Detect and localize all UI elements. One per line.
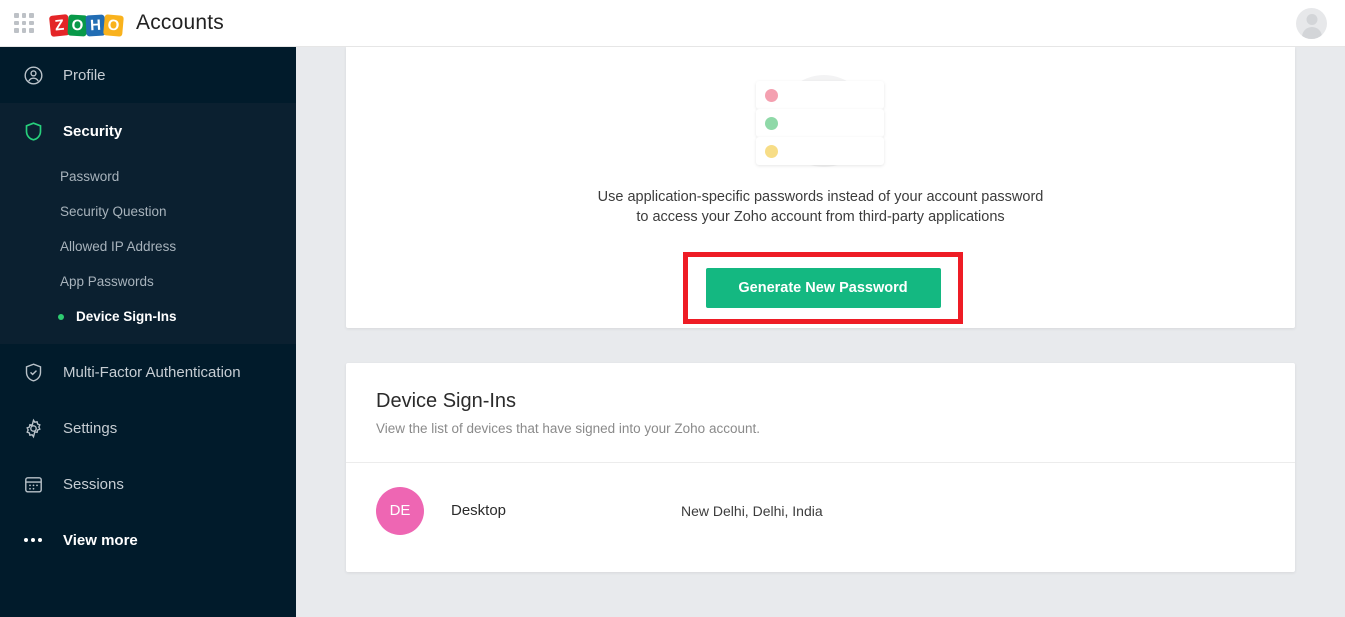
sidebar-item-view-more[interactable]: View more xyxy=(0,512,296,568)
logo-tile-o2: O xyxy=(103,14,124,37)
apps-grid-cell xyxy=(29,28,34,33)
illustration-row-1 xyxy=(755,81,884,109)
illustration-dot-pink xyxy=(764,88,778,102)
illustration-dot-yellow xyxy=(764,144,778,158)
apps-grid-cell xyxy=(21,20,27,26)
sidebar-subitem-label: Allowed IP Address xyxy=(60,239,177,254)
apps-grid-cell xyxy=(14,20,19,26)
app-root: Z O H O Accounts Profile Security Passwo… xyxy=(0,0,1345,617)
user-circle-icon xyxy=(22,64,44,86)
ellipsis-dots xyxy=(24,538,42,542)
sidebar-item-label: View more xyxy=(63,531,138,549)
sidebar-subitem-device-sign-ins[interactable]: Device Sign-Ins xyxy=(0,299,296,334)
shield-check-icon xyxy=(22,361,44,383)
apps-grid-icon[interactable] xyxy=(10,9,38,37)
user-avatar-icon[interactable] xyxy=(1296,8,1327,39)
gear-icon xyxy=(22,417,44,439)
ellipsis-dot xyxy=(38,538,42,542)
sidebar-subitem-label: Device Sign-Ins xyxy=(76,309,177,324)
sidebar-item-label: Settings xyxy=(63,419,118,437)
sidebar: Profile Security Password Security Quest… xyxy=(0,47,296,617)
sidebar-subitem-label: Security Question xyxy=(60,204,167,219)
device-location: New Delhi, Delhi, India xyxy=(681,502,823,519)
device-signins-header: Device Sign-Ins View the list of devices… xyxy=(346,363,1295,436)
active-dot-icon xyxy=(58,313,64,320)
apps-grid-cell xyxy=(29,20,34,26)
stacked-cards-illustration xyxy=(755,69,886,174)
illustration-row-3 xyxy=(755,137,884,165)
apps-grid-cell xyxy=(21,13,27,18)
zoho-logo-icon: Z O H O xyxy=(48,10,124,37)
app-passwords-card: Use application-specific passwords inste… xyxy=(346,47,1295,328)
ellipsis-dot xyxy=(31,538,35,542)
sidebar-subitem-security-question[interactable]: Security Question xyxy=(0,194,296,229)
sidebar-item-label: Sessions xyxy=(63,475,124,493)
sidebar-item-multi-factor-authentication[interactable]: Multi-Factor Authentication xyxy=(0,344,296,400)
device-name: Desktop xyxy=(451,502,507,519)
illustration-row-2 xyxy=(755,109,884,137)
sidebar-item-label: Multi-Factor Authentication xyxy=(63,363,241,381)
device-signins-card: Device Sign-Ins View the list of devices… xyxy=(346,363,1295,572)
avatar-head xyxy=(1306,14,1317,25)
illustration-dot-green xyxy=(764,116,778,130)
apps-grid-cell xyxy=(14,13,19,18)
logo-tile-o1: O xyxy=(67,14,88,37)
sidebar-subitem-app-passwords[interactable]: App Passwords xyxy=(0,264,296,299)
sidebar-item-sessions[interactable]: Sessions xyxy=(0,456,296,512)
avatar-body xyxy=(1301,27,1322,39)
main-content: Use application-specific passwords inste… xyxy=(296,47,1345,617)
device-signins-subtitle: View the list of devices that have signe… xyxy=(376,421,760,436)
ellipsis-dot xyxy=(24,538,28,542)
sidebar-subitem-allowed-ip-address[interactable]: Allowed IP Address xyxy=(0,229,296,264)
sidebar-item-label: Profile xyxy=(63,66,106,84)
apps-grid-cell xyxy=(29,13,34,18)
sidebar-subitem-label: App Passwords xyxy=(60,274,154,289)
calendar-icon xyxy=(22,473,44,495)
device-avatar: DE xyxy=(376,486,424,535)
device-row[interactable]: DE Desktop New Delhi, Delhi, India xyxy=(346,463,1295,558)
generate-new-password-button[interactable]: Generate New Password xyxy=(705,268,941,308)
app-title: Accounts xyxy=(136,11,224,34)
apps-grid-cell xyxy=(21,28,27,33)
sidebar-group-security: Security Password Security Question Allo… xyxy=(0,103,296,344)
sidebar-item-settings[interactable]: Settings xyxy=(0,400,296,456)
annotation-highlight-box: Generate New Password xyxy=(683,252,963,324)
device-signins-title: Device Sign-Ins xyxy=(376,390,517,412)
app-passwords-description: Use application-specific passwords inste… xyxy=(597,189,1044,225)
sidebar-subitem-password[interactable]: Password xyxy=(0,159,296,194)
sidebar-subitem-label: Password xyxy=(60,169,120,184)
ellipsis-icon xyxy=(22,529,44,551)
sidebar-item-security[interactable]: Security xyxy=(0,103,296,159)
shield-icon xyxy=(22,120,44,142)
sidebar-item-label: Security xyxy=(63,122,123,140)
apps-grid-cell xyxy=(14,28,19,33)
top-bar: Z O H O Accounts xyxy=(0,0,1345,47)
brand[interactable]: Z O H O Accounts xyxy=(48,10,224,37)
sidebar-item-profile[interactable]: Profile xyxy=(0,47,296,103)
